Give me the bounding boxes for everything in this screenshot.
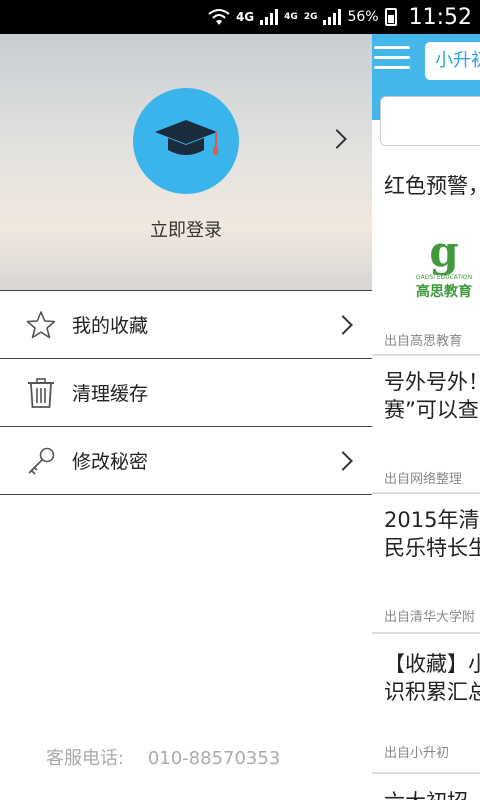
- article-title: 六大初招: [384, 774, 480, 800]
- menu-item-clear-cache[interactable]: 清理缓存: [0, 359, 372, 427]
- service-phone[interactable]: 010-88570353: [148, 748, 280, 769]
- avatar[interactable]: [133, 88, 239, 194]
- article-title: 识积累汇总: [384, 680, 480, 704]
- network-label: 4G: [235, 10, 255, 24]
- search-input[interactable]: [380, 96, 480, 146]
- chevron-right-icon: [327, 129, 347, 149]
- navigation-drawer: 立即登录 我的收藏 清理缓存 修改秘密 客服电话: 010-88570353: [0, 34, 372, 800]
- logo-english: GAOSI EDUCATION: [415, 274, 473, 281]
- article-title: 【收藏】小: [384, 652, 480, 676]
- article-card[interactable]: 【收藏】小 识积累汇总 出自小升初: [372, 634, 480, 774]
- article-title: 红色预警，: [384, 174, 480, 198]
- gaosi-logo: g GAOSI EDUCATION 高思教育: [414, 230, 474, 301]
- trash-icon: [26, 377, 56, 408]
- hamburger-menu-icon[interactable]: [374, 46, 410, 72]
- drawer-menu: 我的收藏 清理缓存 修改秘密: [0, 290, 372, 495]
- status-bar: 4G 4G 2G 56% 11:52: [0, 0, 480, 34]
- wifi-icon: [208, 9, 230, 25]
- menu-item-change-password[interactable]: 修改秘密: [0, 427, 372, 495]
- tab-selector[interactable]: 小升初: [425, 42, 480, 80]
- menu-item-label: 修改秘密: [72, 451, 149, 473]
- article-source: 出自网络整理: [384, 472, 463, 487]
- customer-service: 客服电话: 010-88570353: [46, 744, 280, 770]
- network-label: 4G: [284, 12, 298, 22]
- top-bar: 小升初: [372, 34, 480, 146]
- menu-item-label: 清理缓存: [72, 383, 149, 405]
- article-title: 赛”可以查分: [384, 398, 480, 422]
- article-title: 民乐特长生: [384, 536, 480, 560]
- article-card[interactable]: 号外号外！ 赛”可以查分 出自网络整理: [372, 356, 480, 494]
- star-icon: [26, 310, 56, 340]
- drawer-header[interactable]: 立即登录: [0, 34, 372, 290]
- login-label[interactable]: 立即登录: [0, 216, 372, 242]
- network-label: 2G: [303, 12, 318, 22]
- chevron-right-icon: [333, 451, 353, 471]
- article-source: 出自清华大学附: [384, 610, 476, 625]
- content-panel: 小升初 红色预警， g GAOSI EDUCATION 高思教育 出自高思教育 …: [372, 34, 480, 800]
- clock: 11:52: [408, 4, 472, 30]
- service-label: 客服电话:: [46, 748, 125, 769]
- logo-letter: g: [429, 227, 459, 276]
- article-card[interactable]: 红色预警， g GAOSI EDUCATION 高思教育 出自高思教育: [372, 154, 480, 356]
- menu-item-label: 我的收藏: [72, 315, 149, 337]
- signal-icon: [323, 9, 342, 25]
- article-title: 2015年清华: [384, 508, 480, 532]
- menu-item-favorites[interactable]: 我的收藏: [0, 291, 372, 359]
- signal-icon: [260, 9, 279, 25]
- chevron-right-icon: [333, 315, 353, 335]
- article-source: 出自小升初: [384, 746, 450, 761]
- graduation-cap-icon: [155, 120, 218, 155]
- article-card[interactable]: 2015年清华 民乐特长生 出自清华大学附: [372, 494, 480, 634]
- battery-percent: 56%: [347, 9, 379, 25]
- app-root: 4G 4G 2G 56% 11:52 小升初 红色预警， g GAOSI EDU…: [0, 0, 480, 800]
- key-icon: [26, 446, 56, 476]
- article-source: 出自高思教育: [384, 334, 463, 349]
- logo-chinese: 高思教育: [416, 284, 472, 300]
- article-card[interactable]: 六大初招: [372, 774, 480, 800]
- article-title: 号外号外！: [384, 370, 480, 394]
- battery-icon: [384, 8, 397, 26]
